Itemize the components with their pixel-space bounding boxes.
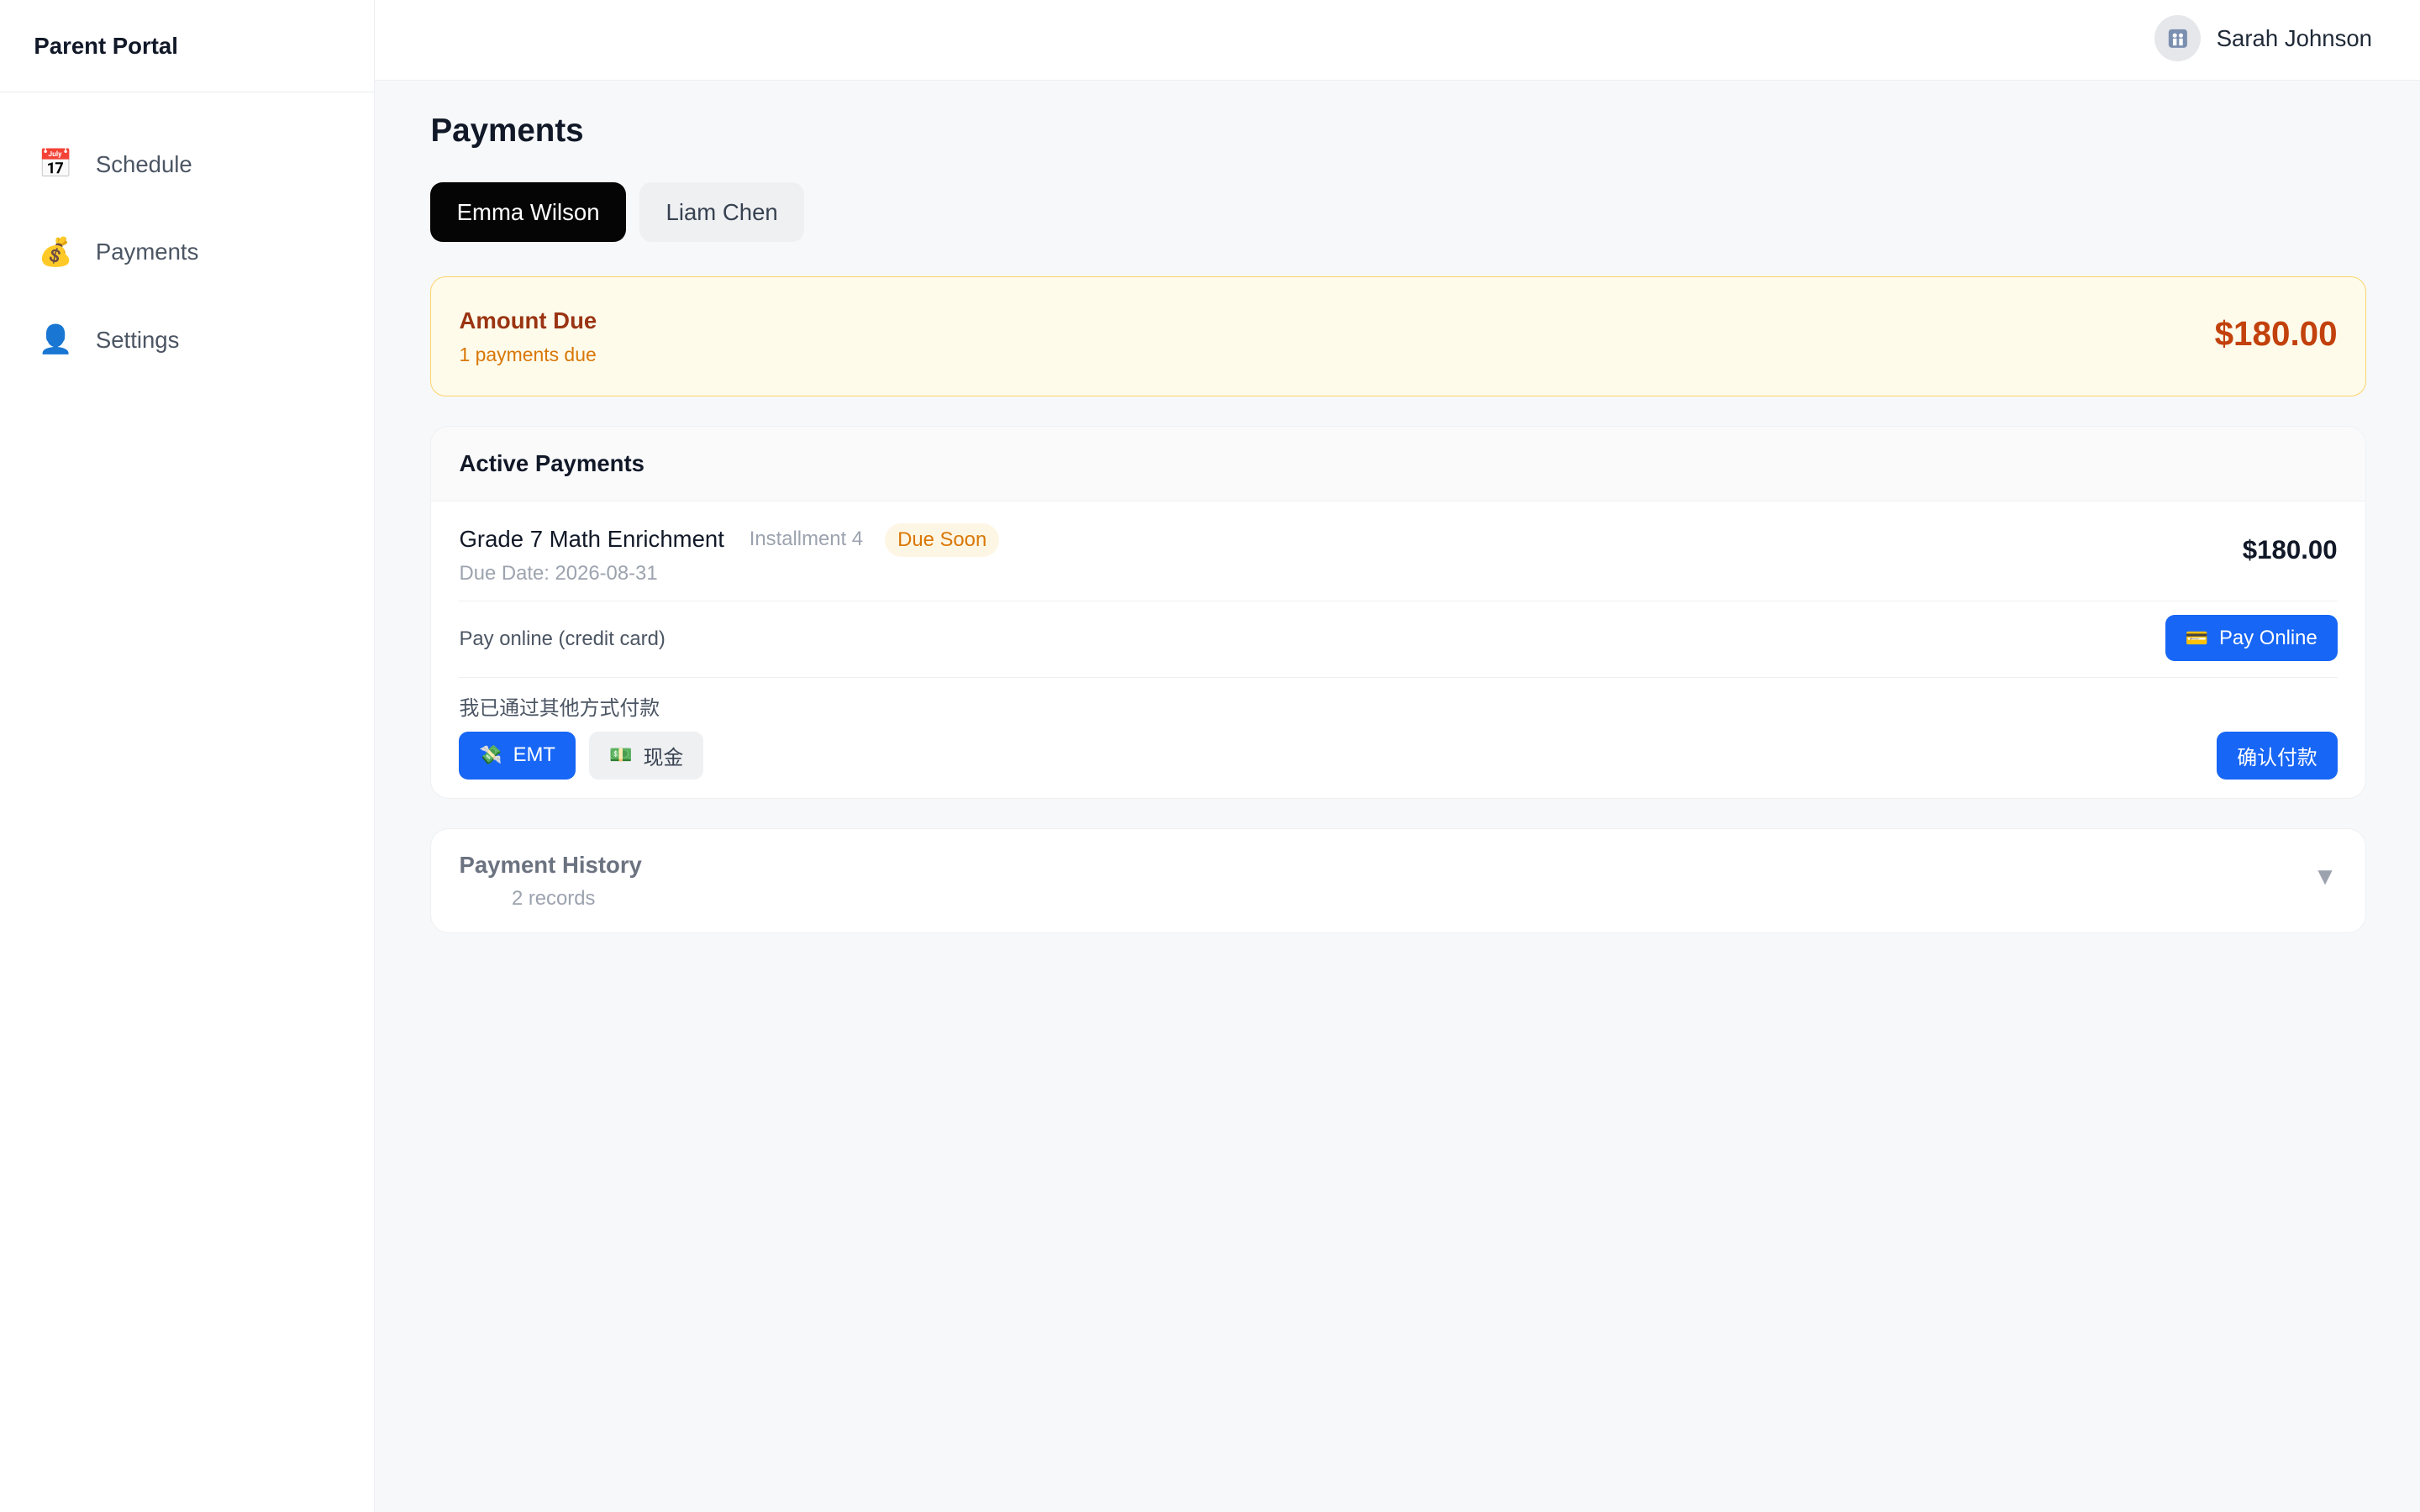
payment-history-title: Payment History bbox=[459, 852, 642, 879]
pay-online-row: Pay online (credit card) 💳 Pay Online bbox=[459, 601, 2338, 678]
confirm-payment-button[interactable]: 确认付款 bbox=[2217, 731, 2338, 780]
sidebar-item-payments[interactable]: 💰 Payments bbox=[0, 208, 374, 297]
student-tabs: Emma Wilson Liam Chen bbox=[430, 181, 2365, 243]
pay-online-button[interactable]: 💳 Pay Online bbox=[2165, 615, 2338, 662]
sidebar-item-label: Schedule bbox=[95, 150, 192, 177]
main-content: Payments Emma Wilson Liam Chen Amount Du… bbox=[430, 81, 2366, 933]
status-badge: Due Soon bbox=[885, 522, 999, 558]
course-name: Grade 7 Math Enrichment bbox=[459, 526, 724, 553]
avatar bbox=[2154, 15, 2202, 62]
payment-amount: $180.00 bbox=[2242, 535, 2338, 565]
method-emt-button[interactable]: 💸 EMT bbox=[459, 731, 576, 780]
amount-due-card: Amount Due 1 payments due $180.00 bbox=[430, 276, 2366, 396]
tab-liam-chen[interactable]: Liam Chen bbox=[639, 181, 804, 243]
sidebar: Parent Portal 📅 Schedule 💰 Payments 👤 Se… bbox=[0, 0, 376, 1512]
payment-history-toggle[interactable]: Payment History 2 records ▼ bbox=[430, 827, 2366, 933]
cash-icon: 💵 bbox=[609, 744, 633, 766]
method-emt-label: EMT bbox=[513, 743, 556, 767]
user-menu[interactable]: Sarah Johnson bbox=[2154, 15, 2372, 62]
active-payments-card: Active Payments Grade 7 Math Enrichment … bbox=[430, 425, 2366, 799]
other-payment-label: 我已通过其他方式付款 bbox=[459, 697, 660, 721]
pay-online-label: Pay online (credit card) bbox=[459, 627, 666, 650]
method-cash-button[interactable]: 💵 现金 bbox=[589, 731, 704, 780]
page-title: Payments bbox=[430, 113, 584, 150]
user-name: Sarah Johnson bbox=[2216, 24, 2372, 51]
other-payment-row: 我已通过其他方式付款 💸 EMT 💵 现金 确认付款 bbox=[459, 678, 2338, 798]
chevron-down-icon: ▼ bbox=[2312, 863, 2338, 891]
payment-item: Grade 7 Math Enrichment Installment 4 Du… bbox=[459, 501, 2338, 601]
sidebar-item-label: Payments bbox=[95, 239, 199, 265]
credit-card-icon: 💳 bbox=[2185, 627, 2209, 648]
sidebar-item-label: Settings bbox=[95, 326, 180, 353]
tab-emma-wilson[interactable]: Emma Wilson bbox=[430, 181, 626, 243]
method-cash-label: 现金 bbox=[643, 746, 684, 769]
top-bar: Sarah Johnson bbox=[375, 0, 2420, 81]
amount-due-title: Amount Due bbox=[459, 307, 597, 334]
sidebar-item-schedule[interactable]: 📅 Schedule bbox=[0, 120, 374, 208]
sidebar-nav: 📅 Schedule 💰 Payments 👤 Settings bbox=[0, 92, 374, 384]
sidebar-item-settings[interactable]: 👤 Settings bbox=[0, 297, 374, 385]
money-bag-icon: 💰 bbox=[38, 236, 73, 268]
pay-online-button-label: Pay Online bbox=[2219, 626, 2317, 649]
parents-icon bbox=[2168, 29, 2187, 48]
amount-due-value: $180.00 bbox=[2214, 313, 2338, 353]
active-payments-title: Active Payments bbox=[431, 426, 2365, 502]
amount-due-subtitle: 1 payments due bbox=[459, 343, 597, 365]
money-wings-icon: 💸 bbox=[479, 744, 502, 766]
calendar-icon: 📅 bbox=[38, 149, 73, 181]
installment-label: Installment 4 bbox=[749, 528, 864, 551]
user-icon: 👤 bbox=[38, 324, 73, 356]
payment-method-group: 💸 EMT 💵 现金 bbox=[459, 731, 704, 780]
due-date: Due Date: 2026-08-31 bbox=[459, 561, 658, 585]
app-brand: Parent Portal bbox=[0, 0, 375, 93]
payment-history-count: 2 records bbox=[511, 887, 596, 911]
